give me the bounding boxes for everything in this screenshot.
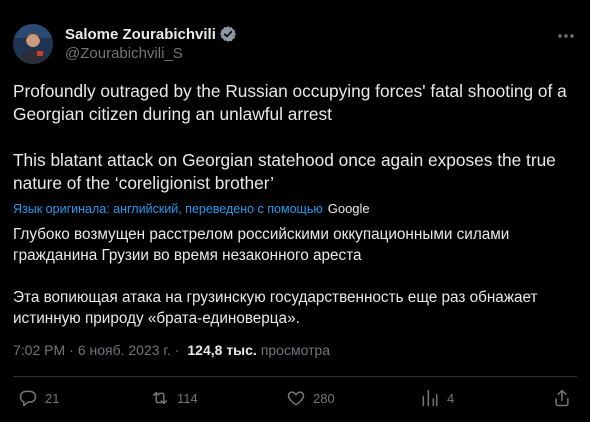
verified-badge-icon [219,25,237,43]
bookmark-count: 4 [447,390,455,406]
author-name[interactable]: Salome Zourabichvili [65,26,216,43]
meta-separator: · [174,342,180,358]
views-label: просмотра [260,342,331,358]
reply-icon [19,390,37,407]
share-button[interactable] [552,388,572,408]
views-count: 124,8 тыс. [187,342,257,358]
retweet-count: 114 [177,390,198,406]
translated-paragraph-1: Глубоко возмущен расстрелом российскими … [13,226,510,264]
like-button[interactable]: 280 [286,388,335,408]
author-row: Salome Zourabichvili [65,25,237,43]
google-logo: Google [327,201,370,216]
tweet-time[interactable]: 7:02 PM [13,342,65,358]
meta-separator: · [69,342,74,358]
views-chart-icon [422,389,438,407]
translated-text: Глубоко возмущен расстрелом российскими … [13,224,578,329]
tweet-paragraph-1: Profoundly outraged by the Russian occup… [13,81,567,124]
reply-button[interactable]: 21 [18,388,59,408]
share-icon [555,389,569,407]
tweet-text: Profoundly outraged by the Russian occup… [13,80,578,195]
retweet-button[interactable]: 114 [150,388,198,408]
tweet-card: Salome Zourabichvili @Zourabichvili_S Pr… [0,0,590,422]
tweet-date[interactable]: 6 нояб. 2023 г. [78,342,171,358]
translation-notice-text: Язык оригинала: английский, переведено с… [13,201,323,216]
more-options-icon[interactable] [556,28,576,44]
heart-icon [287,391,305,406]
author-handle[interactable]: @Zourabichvili_S [65,45,183,62]
tweet-meta: 7:02 PM · 6 нояб. 2023 г. · 124,8 тыс. п… [13,342,330,358]
reply-count: 21 [45,390,60,406]
avatar[interactable] [13,24,53,64]
avatar-photo [13,24,53,64]
tweet-paragraph-2: This blatant attack on Georgian statehoo… [13,150,556,193]
translated-paragraph-2: Эта вопиющая атака на грузинскую государ… [13,289,538,327]
bookmark-button[interactable]: 4 [420,388,454,408]
like-count: 280 [313,390,335,406]
action-bar: 21 114 280 4 [0,388,590,416]
divider [13,376,577,377]
translation-notice[interactable]: Язык оригинала: английский, переведено с… [13,201,370,216]
retweet-icon [153,391,167,405]
